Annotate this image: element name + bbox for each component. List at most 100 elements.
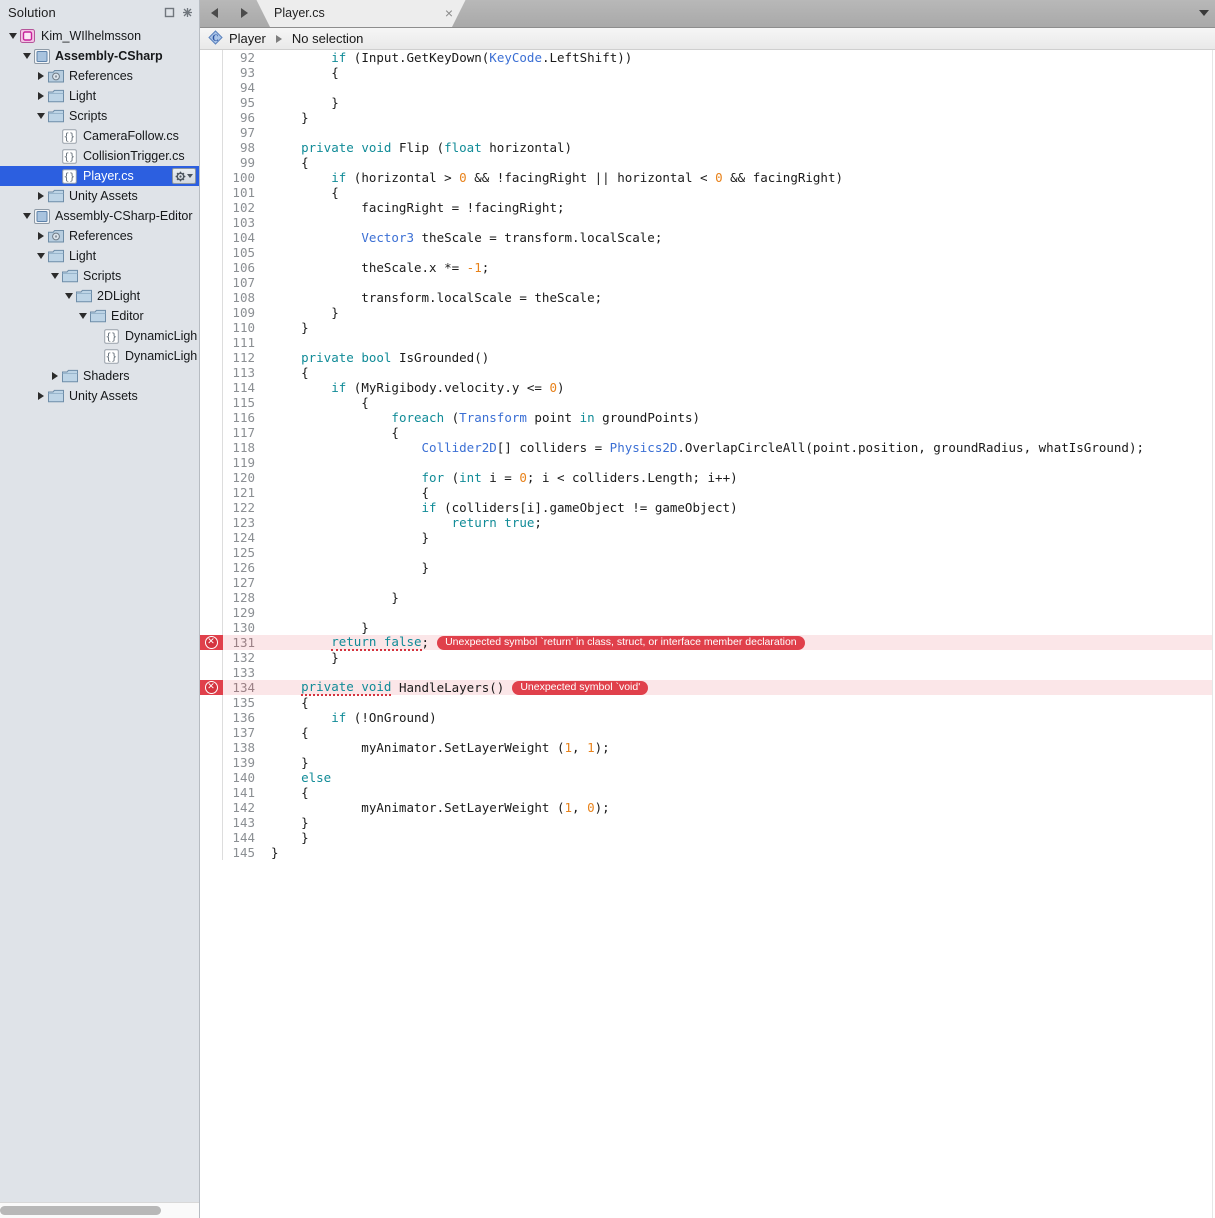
code-text[interactable]: } xyxy=(261,95,1212,110)
code-line[interactable]: 95 } xyxy=(200,95,1212,110)
code-text[interactable]: myAnimator.SetLayerWeight (1, 1); xyxy=(261,740,1212,755)
code-line[interactable]: 135 { xyxy=(200,695,1212,710)
code-line[interactable]: 143 } xyxy=(200,815,1212,830)
chevron-right-icon[interactable] xyxy=(34,226,47,246)
code-line[interactable]: 116 foreach (Transform point in groundPo… xyxy=(200,410,1212,425)
code-line[interactable]: 106 theScale.x *= -1; xyxy=(200,260,1212,275)
tree-item-light[interactable]: Light xyxy=(0,86,199,106)
code-line[interactable]: 145} xyxy=(200,845,1212,860)
code-text[interactable]: myAnimator.SetLayerWeight (1, 0); xyxy=(261,800,1212,815)
code-line[interactable]: 108 transform.localScale = theScale; xyxy=(200,290,1212,305)
chevron-down-icon[interactable] xyxy=(34,246,47,266)
chevron-right-icon[interactable] xyxy=(34,186,47,206)
code-line[interactable]: 104 Vector3 theScale = transform.localSc… xyxy=(200,230,1212,245)
code-line[interactable]: 115 { xyxy=(200,395,1212,410)
code-text[interactable]: foreach (Transform point in groundPoints… xyxy=(261,410,1212,425)
chevron-down-icon[interactable] xyxy=(62,286,75,306)
code-text[interactable]: transform.localScale = theScale; xyxy=(261,290,1212,305)
code-line[interactable]: 100 if (horizontal > 0 && !facingRight |… xyxy=(200,170,1212,185)
code-line[interactable]: 121 { xyxy=(200,485,1212,500)
close-icon[interactable]: × xyxy=(442,6,456,20)
code-text[interactable]: else xyxy=(261,770,1212,785)
code-text[interactable]: if (MyRigibody.velocity.y <= 0) xyxy=(261,380,1212,395)
code-line[interactable]: 125 xyxy=(200,545,1212,560)
code-line[interactable]: 141 { xyxy=(200,785,1212,800)
code-line[interactable]: 133 xyxy=(200,665,1212,680)
code-line[interactable]: 124 } xyxy=(200,530,1212,545)
code-line[interactable]: 101 { xyxy=(200,185,1212,200)
tree-item-references[interactable]: References xyxy=(0,226,199,246)
code-line[interactable]: 129 xyxy=(200,605,1212,620)
code-line[interactable]: 92 if (Input .GetKeyDown(KeyCode .LeftShif… xyxy=(200,50,1212,65)
code-text[interactable]: } xyxy=(261,845,1212,860)
code-text[interactable]: if (colliders[i].gameObject != gameObjec… xyxy=(261,500,1212,515)
code-line[interactable]: 107 xyxy=(200,275,1212,290)
code-text[interactable]: { xyxy=(261,395,1212,410)
gear-dropdown-button[interactable] xyxy=(172,168,196,184)
code-text[interactable]: private void HandleLayers() Unexpected sy… xyxy=(261,679,1212,696)
code-line[interactable]: 97 xyxy=(200,125,1212,140)
code-text[interactable]: if (!OnGround) xyxy=(261,710,1212,725)
chevron-right-icon[interactable] xyxy=(34,86,47,106)
code-line[interactable]: 113 { xyxy=(200,365,1212,380)
chevron-down-icon[interactable] xyxy=(34,106,47,126)
code-text[interactable]: { xyxy=(261,425,1212,440)
chevron-down-icon[interactable] xyxy=(76,306,89,326)
tree-item-collisiontrigger-cs[interactable]: {} CollisionTrigger.cs xyxy=(0,146,199,166)
code-line[interactable]: 111 xyxy=(200,335,1212,350)
chevron-right-icon[interactable] xyxy=(34,386,47,406)
tree-item-shaders[interactable]: Shaders xyxy=(0,366,199,386)
chevron-down-icon[interactable] xyxy=(6,26,19,46)
code-text[interactable]: { xyxy=(261,485,1212,500)
error-icon[interactable]: ✕ xyxy=(204,681,218,694)
chevron-down-icon[interactable] xyxy=(1199,10,1209,16)
code-line-error[interactable]: ✕ 131 return false; Unexpected symbol `ret… xyxy=(200,634,1212,651)
code-line[interactable]: 110 } xyxy=(200,320,1212,335)
code-text[interactable]: { xyxy=(261,785,1212,800)
code-text[interactable]: return true; xyxy=(261,515,1212,530)
code-line[interactable]: 142 myAnimator.SetLayerWeight (1, 0); xyxy=(200,800,1212,815)
code-line[interactable]: 130 } xyxy=(200,620,1212,635)
chevron-down-icon[interactable] xyxy=(20,206,33,226)
code-text[interactable]: } xyxy=(261,620,1212,635)
error-message-badge[interactable]: Unexpected symbol `void' xyxy=(512,680,649,695)
code-text[interactable]: { xyxy=(261,695,1212,710)
code-line[interactable]: 122 if (colliders[i].gameObject != gameO… xyxy=(200,500,1212,515)
scrollbar-thumb[interactable] xyxy=(0,1206,161,1215)
tree-item-light[interactable]: Light xyxy=(0,246,199,266)
document-tab-player-cs[interactable]: Player.cs × xyxy=(256,0,466,27)
code-line[interactable]: 123 return true; xyxy=(200,515,1212,530)
tab-overflow-menu[interactable] xyxy=(1199,0,1215,27)
code-line[interactable]: 120 for (int i = 0; i < colliders.Length… xyxy=(200,470,1212,485)
code-line[interactable]: 144 } xyxy=(200,830,1212,845)
tree-item-scripts[interactable]: Scripts xyxy=(0,266,199,286)
code-text[interactable]: } xyxy=(261,110,1212,125)
code-line[interactable]: 127 xyxy=(200,575,1212,590)
error-message-badge[interactable]: Unexpected symbol `return' in class, str… xyxy=(437,635,805,650)
code-text[interactable]: private void Flip (float horizontal) xyxy=(261,140,1212,155)
code-editor[interactable]: 92 if (Input .GetKeyDown(KeyCode .LeftShif… xyxy=(200,50,1215,1218)
code-line[interactable]: 93 { xyxy=(200,65,1212,80)
tree-item-assembly-csharp[interactable]: Assembly-CSharp xyxy=(0,46,199,66)
tree-item-camerafollow-cs[interactable]: {} CameraFollow.cs xyxy=(0,126,199,146)
code-line[interactable]: 98 private void Flip (float horizontal) xyxy=(200,140,1212,155)
code-line[interactable]: 128 } xyxy=(200,590,1212,605)
code-line[interactable]: 105 xyxy=(200,245,1212,260)
solution-tree[interactable]: Kim_WIlhelmsson Assembly-CSharp References… xyxy=(0,24,199,1202)
code-text[interactable]: if (Input .GetKeyDown(KeyCode .LeftShift)) xyxy=(261,50,1212,65)
tree-item-kim-wilhelmsson[interactable]: Kim_WIlhelmsson xyxy=(0,26,199,46)
code-text[interactable]: } xyxy=(261,560,1212,575)
chevron-down-icon[interactable] xyxy=(20,46,33,66)
code-text[interactable]: { xyxy=(261,155,1212,170)
code-text[interactable]: } xyxy=(261,305,1212,320)
code-text[interactable]: Collider2D[] colliders = Physics2D .Overl… xyxy=(261,440,1212,455)
code-line[interactable]: 119 xyxy=(200,455,1212,470)
code-line[interactable]: 109 } xyxy=(200,305,1212,320)
code-line[interactable]: 137 { xyxy=(200,725,1212,740)
code-text[interactable]: { xyxy=(261,185,1212,200)
code-line[interactable]: 94 xyxy=(200,80,1212,95)
code-line[interactable]: 132 } xyxy=(200,650,1212,665)
close-icon[interactable] xyxy=(182,7,193,18)
code-text[interactable]: return false; Unexpected symbol `return' … xyxy=(261,634,1212,651)
code-text[interactable]: } xyxy=(261,650,1212,665)
